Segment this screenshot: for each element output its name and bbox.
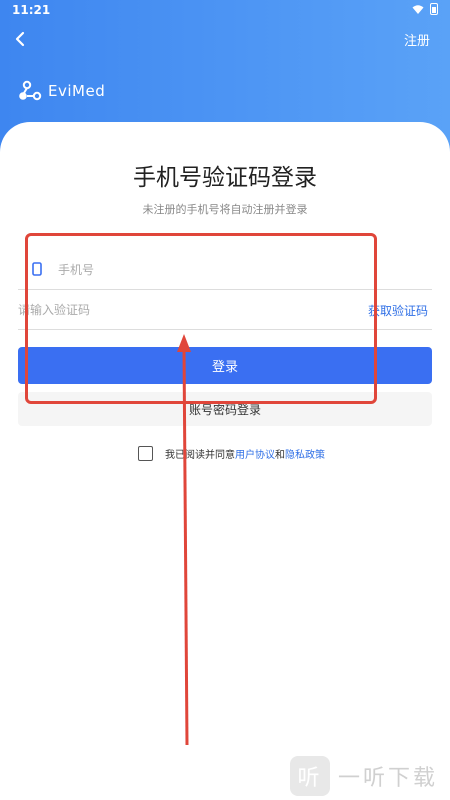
phone-field-row — [18, 250, 432, 290]
user-agreement-link[interactable]: 用户协议 — [235, 450, 275, 461]
evimed-logo-icon — [19, 80, 42, 101]
agreement-row: 我已阅读并同意用户协议和隐私政策 — [138, 446, 325, 461]
app-logo: EviMed — [18, 80, 105, 102]
status-bar: 11:21 — [0, 0, 450, 20]
agreement-text: 我已阅读并同意用户协议和隐私政策 — [165, 446, 325, 461]
agreement-prefix: 我已阅读并同意 — [165, 450, 235, 461]
privacy-policy-link[interactable]: 隐私政策 — [285, 450, 325, 461]
login-button[interactable]: 登录 — [18, 347, 432, 384]
watermark-logo: 听 — [290, 756, 330, 796]
app-logo-name: EviMed — [48, 82, 106, 100]
code-field-row: 获取验证码 — [18, 290, 432, 330]
phone-input[interactable] — [58, 258, 418, 282]
back-button[interactable] — [10, 28, 32, 50]
wifi-icon — [412, 4, 424, 14]
status-time: 11:21 — [12, 3, 51, 17]
page-subtitle: 未注册的手机号将自动注册并登录 — [142, 203, 308, 216]
watermark: 听 一听下载 — [290, 756, 438, 796]
phone-icon — [32, 262, 42, 276]
agreement-checkbox[interactable] — [138, 446, 153, 461]
watermark-text: 一听下载 — [338, 766, 439, 791]
login-card — [0, 122, 450, 800]
get-code-button[interactable]: 获取验证码 — [368, 302, 428, 319]
password-login-button[interactable]: 账号密码登录 — [18, 392, 432, 426]
register-link[interactable]: 注册 — [404, 30, 430, 49]
status-icons — [412, 3, 438, 15]
back-arrow-icon — [15, 31, 25, 47]
verification-code-input[interactable] — [18, 298, 318, 322]
page-title: 手机号验证码登录 — [133, 165, 317, 191]
agreement-and: 和 — [275, 450, 285, 461]
battery-icon — [430, 3, 438, 15]
